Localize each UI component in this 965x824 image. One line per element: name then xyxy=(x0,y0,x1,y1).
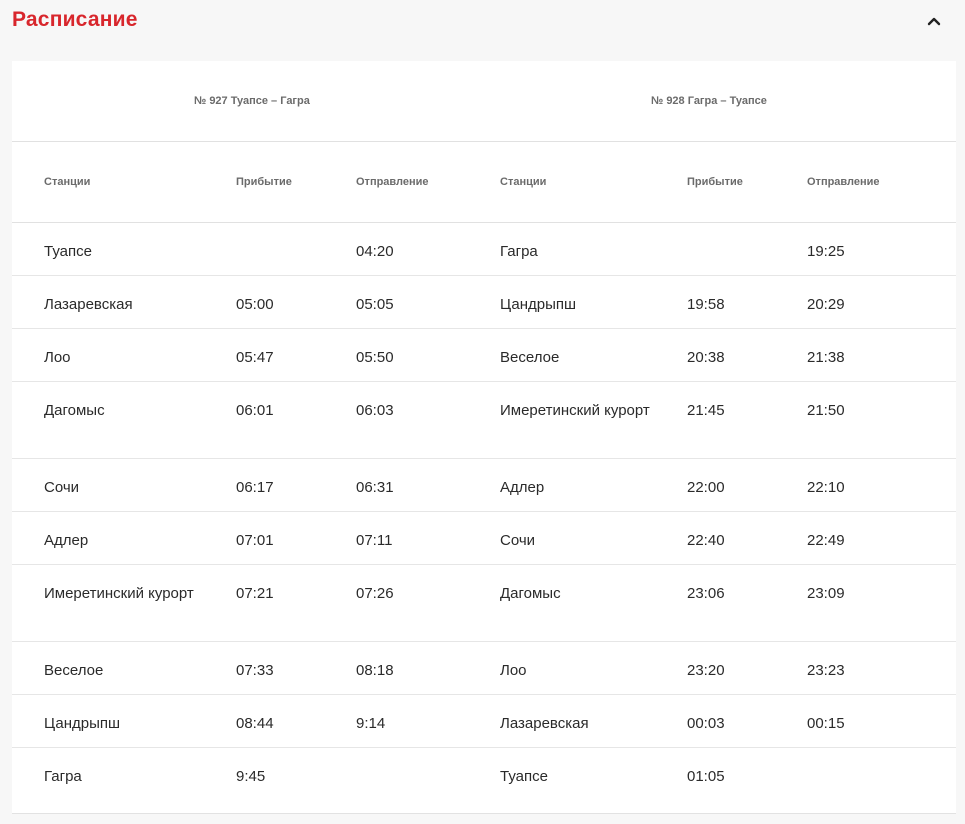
col-departure-928: Отправление xyxy=(807,176,880,188)
page-title: Расписание xyxy=(12,8,138,31)
arrival-927: 06:01 xyxy=(236,402,274,419)
departure-928: 23:23 xyxy=(807,662,845,679)
station-928: Туапсе xyxy=(500,768,548,785)
col-arrival-928: Прибытие xyxy=(687,176,743,188)
departure-927: 06:31 xyxy=(356,479,394,496)
departure-928: 23:09 xyxy=(807,585,845,602)
departure-928: 21:38 xyxy=(807,349,845,366)
arrival-928: 01:05 xyxy=(687,768,725,785)
station-928: Лазаревская xyxy=(500,715,589,732)
col-arrival-927: Прибытие xyxy=(236,176,292,188)
arrival-928: 20:38 xyxy=(687,349,725,366)
station-928: Имеретинский курорт xyxy=(500,402,650,419)
departure-927: 9:14 xyxy=(356,715,386,732)
table-row: Лазаревская 05:00 05:05 Цандрыпш 19:58 20:29 xyxy=(12,276,956,329)
station-927: Туапсе xyxy=(44,243,92,260)
station-927: Лоо xyxy=(44,349,71,366)
departure-927: 06:03 xyxy=(356,402,394,419)
departure-928: 20:29 xyxy=(807,296,845,313)
arrival-928: 19:58 xyxy=(687,296,725,313)
table-row: Имеретинский курорт 07:21 07:26 Дагомыс 23:0… xyxy=(12,565,956,642)
table-row: Цандрыпш 08:44 9:14 Лазаревская 00:03 00:15 xyxy=(12,695,956,748)
arrival-927: 06:17 xyxy=(236,479,274,496)
departure-928: 22:49 xyxy=(807,532,845,549)
station-928: Цандрыпш xyxy=(500,296,577,313)
arrival-927: 05:00 xyxy=(236,296,274,313)
station-927: Дагомыс xyxy=(44,402,105,419)
train-header-row: № 927 Туапсе – Гагра № 928 Гагра – Туапс… xyxy=(12,61,956,142)
table-row: Адлер 07:01 07:11 Сочи 22:40 22:49 xyxy=(12,512,956,565)
arrival-927: 07:21 xyxy=(236,585,274,602)
departure-928: 00:15 xyxy=(807,715,845,732)
train-928-title: № 928 Гагра – Туапсе xyxy=(651,95,767,107)
station-927: Лазаревская xyxy=(44,296,133,313)
arrival-927: 07:01 xyxy=(236,532,274,549)
arrival-927: 9:45 xyxy=(236,768,266,785)
station-928: Сочи xyxy=(500,532,536,549)
departure-928: 19:25 xyxy=(807,243,845,260)
table-row: Дагомыс 06:01 06:03 Имеретинский курорт 21:4… xyxy=(12,382,956,459)
departure-928: 22:10 xyxy=(807,479,845,496)
table-row: Туапсе 04:20 Гагра 19:25 xyxy=(12,223,956,276)
station-927: Имеретинский курорт xyxy=(44,585,194,602)
table-row: Веселое 07:33 08:18 Лоо 23:20 23:23 xyxy=(12,642,956,695)
arrival-928: 00:03 xyxy=(687,715,725,732)
station-927: Цандрыпш xyxy=(44,715,121,732)
arrival-928: 23:20 xyxy=(687,662,725,679)
departure-927: 04:20 xyxy=(356,243,394,260)
departure-927: 07:26 xyxy=(356,585,394,602)
station-928: Гагра xyxy=(500,243,538,260)
schedule-header: Расписание xyxy=(0,0,965,44)
column-header-row: Станции Прибытие Отправление Станции При… xyxy=(12,142,956,223)
departure-927: 05:05 xyxy=(356,296,394,313)
station-927: Веселое xyxy=(44,662,104,679)
arrival-927: 05:47 xyxy=(236,349,274,366)
col-station-928: Станции xyxy=(500,176,547,188)
station-928: Адлер xyxy=(500,479,545,496)
col-departure-927: Отправление xyxy=(356,176,429,188)
arrival-928: 22:00 xyxy=(687,479,725,496)
arrival-928: 22:40 xyxy=(687,532,725,549)
table-row: Лоо 05:47 05:50 Веселое 20:38 21:38 xyxy=(12,329,956,382)
col-station-927: Станции xyxy=(44,176,91,188)
train-927-title: № 927 Туапсе – Гагра xyxy=(194,95,310,107)
chevron-up-icon xyxy=(927,17,941,26)
station-928: Лоо xyxy=(500,662,527,679)
station-927: Сочи xyxy=(44,479,80,496)
station-927: Гагра xyxy=(44,768,82,785)
departure-927: 05:50 xyxy=(356,349,394,366)
schedule-table: № 927 Туапсе – Гагра № 928 Гагра – Туапс… xyxy=(12,61,956,814)
station-928: Веселое xyxy=(500,349,560,366)
table-row: Сочи 06:17 06:31 Адлер 22:00 22:10 xyxy=(12,459,956,512)
station-928: Дагомыс xyxy=(500,585,561,602)
arrival-927: 07:33 xyxy=(236,662,274,679)
collapse-button[interactable] xyxy=(922,10,946,32)
departure-927: 08:18 xyxy=(356,662,394,679)
arrival-927: 08:44 xyxy=(236,715,274,732)
arrival-928: 21:45 xyxy=(687,402,725,419)
departure-928: 21:50 xyxy=(807,402,845,419)
station-927: Адлер xyxy=(44,532,89,549)
departure-927: 07:11 xyxy=(356,532,393,549)
arrival-928: 23:06 xyxy=(687,585,725,602)
table-row: Гагра 9:45 Туапсе 01:05 xyxy=(12,748,956,800)
